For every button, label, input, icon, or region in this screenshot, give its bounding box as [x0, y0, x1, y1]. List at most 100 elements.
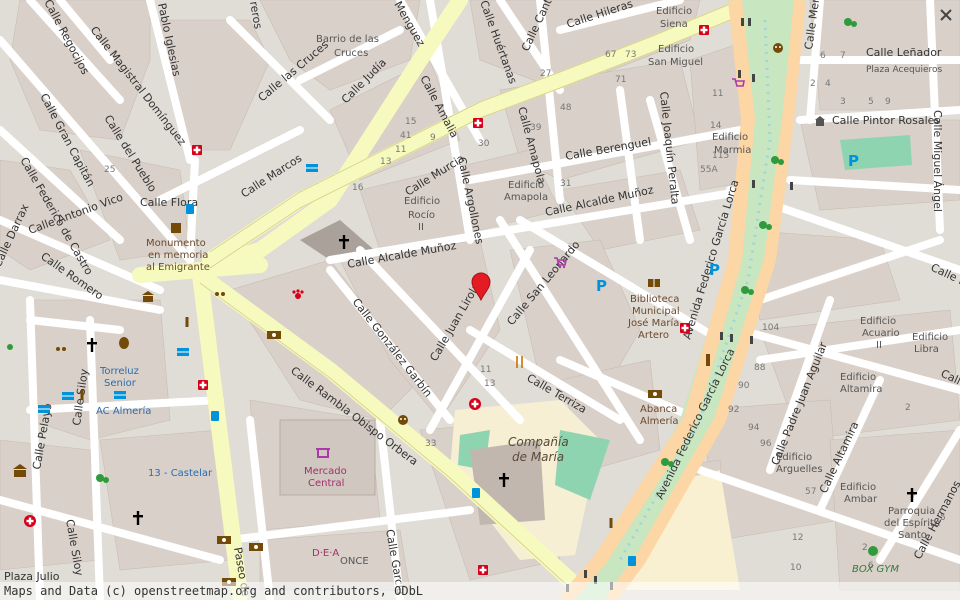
place-acuario-1: Edificio [860, 316, 896, 327]
house-number: 55A [700, 165, 718, 175]
place-amapola-2: Amapola [504, 192, 548, 203]
house-number: 13 [380, 157, 391, 167]
first-aid-icon[interactable] [469, 398, 481, 410]
parking-icon[interactable]: P [709, 261, 720, 279]
bus-stop-icon[interactable] [186, 204, 194, 214]
house-number: 11 [395, 145, 406, 155]
house-number: 48 [560, 103, 572, 113]
place-castelar: 13 - Castelar [148, 468, 213, 479]
house-number: 96 [760, 439, 772, 449]
place-acuario-2: Acuario [862, 328, 900, 339]
house-number: 57 [805, 487, 816, 497]
info-icon[interactable] [609, 518, 613, 528]
house-number: 94 [748, 423, 760, 433]
house-number: 11 [712, 89, 723, 99]
house-number: 2 [810, 79, 816, 89]
house-number: 33 [425, 439, 436, 449]
house-number: 15 [405, 117, 416, 127]
place-libra-1: Edificio [912, 332, 948, 343]
info-icon[interactable] [80, 390, 84, 400]
house-number: 92 [728, 405, 739, 415]
place-arguelles-2: Arguelles [776, 464, 823, 475]
house-number: 30 [478, 139, 490, 149]
hotel-icon[interactable] [177, 348, 189, 356]
artwork-icon[interactable] [119, 337, 129, 349]
bank-icon[interactable] [217, 536, 231, 544]
pharmacy-icon[interactable] [473, 118, 483, 128]
monument-icon[interactable] [171, 223, 181, 233]
theatre-icon[interactable] [773, 43, 783, 53]
place-plaza-acequieros: Plaza Acequieros [866, 65, 942, 75]
hotel-icon[interactable] [62, 392, 74, 400]
house-number: 67 [605, 50, 616, 60]
house-number: 25 [104, 165, 115, 175]
place-ambar-2: Ambar [844, 494, 878, 505]
place-siena-2: Siena [660, 19, 688, 30]
house-number: 9 [430, 133, 436, 143]
place-box-gym: BOX GYM [852, 564, 899, 575]
place-biblioteca-4: Artero [638, 330, 669, 341]
place-barrio-line1: Barrio de las [316, 34, 379, 45]
place-arguelles-1: Edificio [776, 452, 812, 463]
house-number: 7 [840, 51, 846, 61]
house-number: 2 [862, 543, 868, 553]
bus-stop-icon[interactable] [472, 488, 480, 498]
place-monumento-3: al Emigrante [146, 262, 210, 273]
place-mercado-2: Central [308, 478, 344, 489]
house-number: 2 [905, 403, 911, 413]
bus-stop-icon[interactable] [211, 411, 219, 421]
library-icon[interactable] [648, 279, 660, 287]
house-number: 90 [738, 381, 750, 391]
map-canvas[interactable]: 15 41 11 13 16 25 27 30 31 39 48 67 73 7… [0, 0, 960, 600]
house-number: 10 [790, 563, 802, 573]
house-number: 73 [625, 50, 636, 60]
house-number: 9 [885, 97, 891, 107]
place-biblioteca-3: José María [627, 317, 679, 329]
hotel-icon[interactable] [114, 391, 126, 399]
house-number: 104 [762, 323, 779, 333]
place-dea: D·E·A [312, 548, 339, 559]
house-number: 3 [840, 97, 846, 107]
theatre-icon[interactable] [398, 415, 408, 425]
place-parroquia-1: Parroquia [888, 506, 935, 517]
pharmacy-icon[interactable] [192, 145, 202, 155]
place-altamira-2: Altamira [840, 384, 882, 395]
place-ambar-1: Edificio [840, 482, 876, 493]
pharmacy-icon[interactable] [680, 323, 690, 333]
bank-icon[interactable] [648, 390, 662, 398]
place-compania-1: Compañía [508, 435, 569, 449]
info-icon[interactable] [185, 317, 189, 327]
place-abanca-1: Abanca [640, 404, 677, 415]
parking-icon[interactable]: P [848, 152, 859, 170]
fitness-icon[interactable] [868, 546, 878, 556]
bank-icon[interactable] [249, 543, 263, 551]
map-svg[interactable]: 15 41 11 13 16 25 27 30 31 39 48 67 73 7… [0, 0, 960, 600]
house-number: 4 [825, 79, 831, 89]
house-number: 13 [484, 379, 495, 389]
place-siena-1: Edificio [656, 6, 692, 17]
hotel-icon[interactable] [306, 164, 318, 172]
place-barrio-line2: Cruces [334, 48, 368, 59]
place-torreluz-1: Torreluz [99, 366, 139, 377]
monument-icon[interactable] [706, 354, 710, 366]
house-number: 12 [792, 533, 803, 543]
place-biblioteca-2: Municipal [632, 306, 680, 317]
place-marmia-2: Marmia [714, 145, 751, 156]
pharmacy-icon[interactable] [699, 25, 709, 35]
first-aid-icon[interactable] [24, 515, 36, 527]
parking-icon[interactable]: P [596, 277, 607, 295]
place-ac-almeria: AC Almería [96, 405, 151, 417]
house-number: 41 [400, 131, 411, 141]
bank-icon[interactable] [267, 331, 281, 339]
bus-stop-icon[interactable] [628, 556, 636, 566]
street-label-lenador: Calle Leñador [866, 46, 942, 59]
place-monumento-1: Monumento [146, 238, 206, 249]
park-trees-icon[interactable] [7, 344, 13, 350]
place-rocio-2: Rocío [408, 209, 435, 221]
pharmacy-icon[interactable] [478, 565, 488, 575]
place-mercado-1: Mercado [304, 466, 347, 477]
pharmacy-icon[interactable] [198, 380, 208, 390]
hotel-icon[interactable] [38, 405, 50, 413]
house-number: 88 [754, 363, 766, 373]
map-attribution: Maps and Data (c) openstreetmap.org and … [0, 582, 960, 600]
